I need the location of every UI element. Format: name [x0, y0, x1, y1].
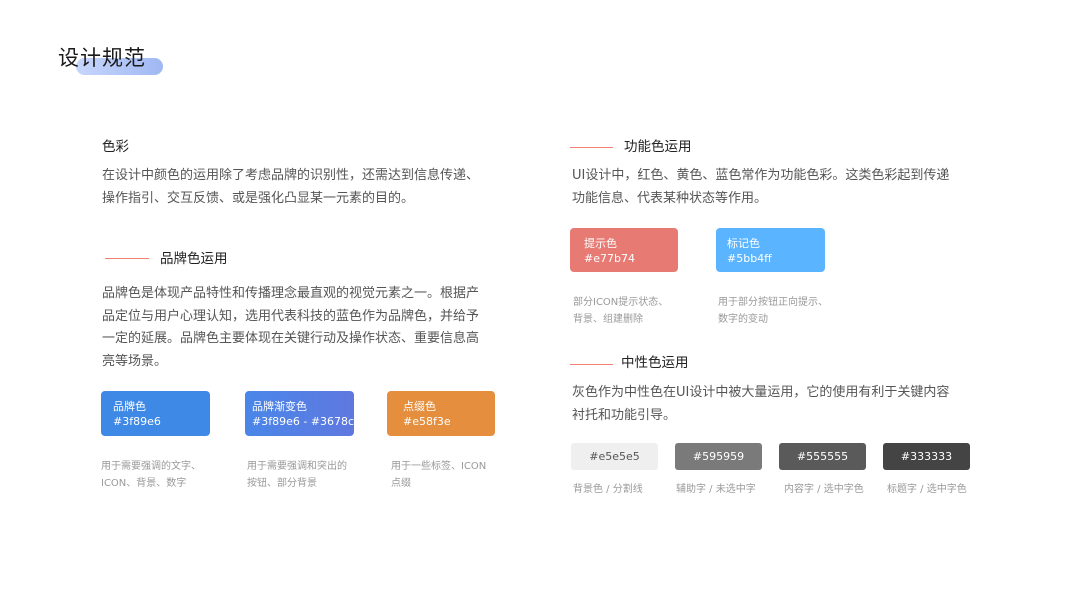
neutral-note-darkest: 标题字 / 选中字色: [887, 484, 967, 495]
swatch-hex: #e58f3e: [403, 415, 451, 428]
brand-description-line: 亮等场景。: [102, 353, 168, 369]
note-line: 部分ICON提示状态、: [573, 297, 669, 308]
note-line: 用于一些标签、ICON: [391, 461, 487, 472]
accent-color-swatch: 点缀色 #e58f3e: [387, 391, 495, 436]
swatch-name: 品牌渐变色: [252, 400, 307, 413]
note-line: 用于需要强调的文字、: [101, 461, 201, 472]
neutral-swatch-gray: #595959: [675, 443, 762, 470]
function-description: UI设计中，红色、黄色、蓝色常作为功能色彩。这类色彩起到传递 功能信息、代表某种…: [572, 165, 949, 210]
note-line: ICON、背景、数字: [101, 478, 187, 489]
function-heading-divider: [570, 147, 613, 148]
function-description-line: UI设计中，红色、黄色、蓝色常作为功能色彩。这类色彩起到传递: [572, 168, 950, 183]
note-line: 用于需要强调和突出的: [247, 461, 347, 472]
swatch-name: 点缀色: [403, 400, 436, 413]
brand-description-line: 一定的延展。品牌色主要体现在关键行动及操作状态、重要信息高: [102, 331, 480, 346]
page-title-block: 设计规范: [58, 44, 178, 78]
page-title: 设计规范: [58, 46, 146, 70]
function-description-line: 功能信息、代表某种状态等作用。: [572, 190, 768, 206]
color-heading: 色彩: [102, 139, 129, 155]
swatch-hex: #3f89e6 - #3678cb: [252, 415, 362, 428]
swatch-name: 标记色: [727, 237, 760, 250]
swatch-name: 品牌色: [113, 400, 146, 413]
neutral-description: 灰色作为中性色在UI设计中被大量运用，它的使用有利于关键内容 衬托和功能引导。: [572, 382, 949, 427]
swatch-hex: #5bb4ff: [727, 252, 772, 265]
brand-gradient-swatch: 品牌渐变色 #3f89e6 - #3678cb: [245, 391, 362, 436]
mark-color-swatch: 标记色 #5bb4ff: [716, 228, 825, 272]
brand-gradient-note: 用于需要强调和突出的 按钮、部分背景: [247, 458, 347, 492]
brand-color-swatch: 品牌色 #3f89e6: [101, 391, 210, 436]
neutral-description-line: 灰色作为中性色在UI设计中被大量运用，它的使用有利于关键内容: [572, 385, 950, 400]
brand-color-note: 用于需要强调的文字、 ICON、背景、数字: [101, 458, 201, 492]
note-line: 背景、组建删除: [573, 314, 643, 325]
neutral-note-dark: 内容字 / 选中字色: [784, 484, 864, 495]
swatch-name: 提示色: [584, 237, 617, 250]
brand-description-line: 品定位与用户心理认知，选用代表科技的蓝色作为品牌色，并给予: [102, 308, 480, 324]
note-line: 点缀: [391, 478, 411, 489]
brand-description: 品牌色是体现产品特性和传播理念最直观的视觉元素之一。根据产 品定位与用户心理认知…: [102, 283, 479, 373]
neutral-swatch-dark: #555555: [779, 443, 866, 470]
neutral-swatch-darkest: #333333: [883, 443, 970, 470]
alert-color-note: 部分ICON提示状态、 背景、组建删除: [573, 294, 668, 328]
neutral-swatch-light: #e5e5e5: [571, 443, 658, 470]
color-description-line: 操作指引、交互反馈、或是强化凸显某一元素的目的。: [102, 190, 415, 206]
note-line: 数字的变动: [718, 314, 768, 325]
note-line: 用于部分按钮正向提示、: [718, 297, 828, 308]
neutral-note-light: 背景色 / 分割线: [573, 484, 643, 495]
neutral-heading: 中性色运用: [621, 355, 689, 371]
neutral-description-line: 衬托和功能引导。: [572, 407, 677, 423]
function-heading: 功能色运用: [624, 139, 692, 155]
accent-color-note: 用于一些标签、ICON 点缀: [391, 458, 486, 492]
alert-color-swatch: 提示色 #e77b74: [570, 228, 678, 272]
color-description-line: 在设计中颜色的运用除了考虑品牌的识别性，还需达到信息传递、: [102, 168, 480, 183]
neutral-heading-divider: [570, 364, 613, 365]
swatch-hex: #e77b74: [584, 252, 635, 265]
color-description: 在设计中颜色的运用除了考虑品牌的识别性，还需达到信息传递、 操作指引、交互反馈、…: [102, 165, 479, 210]
swatch-hex: #3f89e6: [113, 415, 161, 428]
brand-heading-divider: [105, 258, 149, 259]
mark-color-note: 用于部分按钮正向提示、 数字的变动: [718, 294, 828, 328]
brand-description-line: 品牌色是体现产品特性和传播理念最直观的视觉元素之一。根据产: [102, 286, 480, 301]
neutral-note-gray: 辅助字 / 未选中字: [676, 484, 756, 495]
brand-heading: 品牌色运用: [160, 251, 228, 267]
note-line: 按钮、部分背景: [247, 478, 317, 489]
